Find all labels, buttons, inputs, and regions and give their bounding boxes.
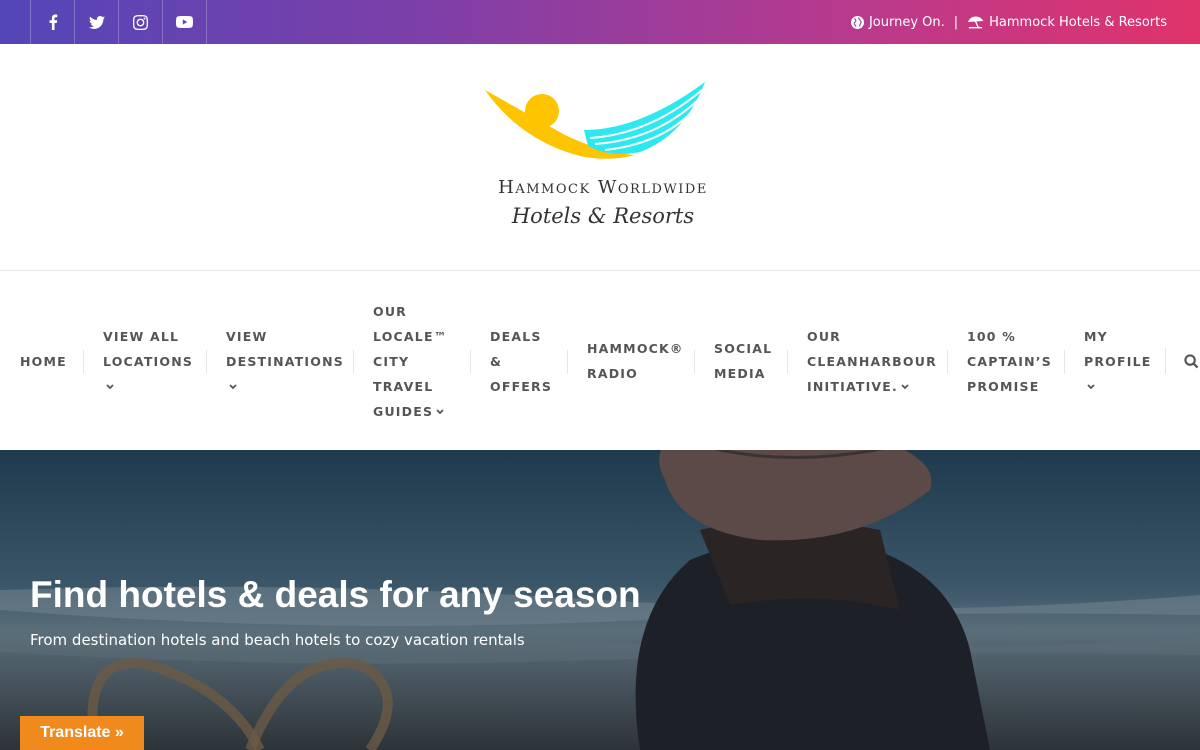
journey-on-link[interactable]: Journey On. — [850, 14, 945, 30]
chevron-down-icon — [229, 374, 237, 399]
search-button[interactable] — [1184, 354, 1199, 373]
beach-umbrella-icon — [968, 16, 984, 29]
nav-profile-label: MY PROFILE — [1084, 328, 1152, 369]
nav-divider — [1165, 348, 1166, 374]
nav-city-travel-guides[interactable]: OUR LOCALE™ CITY TRAVEL GUIDES — [352, 272, 447, 450]
search-icon — [1184, 354, 1199, 369]
nav-home-label: HOME — [20, 353, 67, 369]
nav-deals-offers[interactable]: DEALS & OFFERS — [469, 272, 553, 450]
logo-subtitle: Hotels & Resorts — [511, 204, 695, 228]
nav-social-label: SOCIAL MEDIA — [714, 341, 773, 381]
header-logo-area: Hammock Worldwide Hotels & Resorts — [0, 44, 1200, 271]
social-links — [30, 0, 207, 44]
translate-button[interactable]: Translate » — [20, 716, 144, 750]
instagram-link[interactable] — [119, 0, 163, 44]
facebook-icon — [49, 14, 57, 30]
nav-deals-label: DEALS & OFFERS — [490, 328, 553, 394]
nav-hammock-radio[interactable]: HAMMOCK® RADIO — [567, 272, 684, 450]
nav-captains-promise[interactable]: 100 % CAPTAIN’S PROMISE — [947, 272, 1052, 450]
twitter-link[interactable] — [75, 0, 119, 44]
chevron-down-icon — [436, 399, 444, 424]
chevron-down-icon — [1087, 374, 1095, 399]
logo-title: Hammock Worldwide — [498, 177, 708, 198]
nav-home[interactable]: HOME — [20, 272, 67, 450]
hero-subtitle: From destination hotels and beach hotels… — [30, 631, 525, 649]
hero-title: Find hotels & deals for any season — [30, 574, 641, 615]
nav-view-all-locations[interactable]: VIEW ALL LOCATIONS — [82, 272, 194, 450]
youtube-icon — [176, 16, 193, 28]
nav-view-destinations[interactable]: VIEW DESTINATIONS — [206, 272, 344, 450]
facebook-link[interactable] — [31, 0, 75, 44]
nav-promise-label: 100 % CAPTAIN’S PROMISE — [967, 328, 1052, 394]
nav-social-media[interactable]: SOCIAL MEDIA — [693, 272, 773, 450]
hammock-hotels-link[interactable]: Hammock Hotels & Resorts — [967, 15, 1167, 30]
hammock-hotels-label: Hammock Hotels & Resorts — [989, 14, 1167, 30]
nav-radio-label: HAMMOCK® RADIO — [587, 341, 684, 381]
globe-icon — [850, 15, 864, 29]
youtube-link[interactable] — [163, 0, 207, 44]
nav-locations-label: VIEW ALL LOCATIONS — [103, 328, 194, 369]
top-links: Journey On. | Hammock Hotels & Resorts — [850, 14, 1167, 30]
nav-my-profile[interactable]: MY PROFILE — [1064, 272, 1152, 450]
hero-banner: Find hotels & deals for any season From … — [0, 450, 1200, 750]
top-bar: Journey On. | Hammock Hotels & Resorts — [0, 0, 1200, 44]
nav-cleanharbour-initiative[interactable]: OUR CLEANHARBOUR INITIATIVE. — [787, 272, 937, 450]
twitter-icon — [88, 15, 105, 29]
main-navigation: HOME VIEW ALL LOCATIONS VIEW DESTINATION… — [0, 272, 1200, 450]
chevron-down-icon — [901, 374, 909, 399]
chevron-down-icon — [106, 374, 114, 399]
nav-destinations-label: VIEW DESTINATIONS — [226, 328, 344, 369]
nav-cleanharbour-label: OUR CLEANHARBOUR INITIATIVE. — [807, 328, 937, 394]
top-links-separator: | — [953, 14, 959, 30]
instagram-icon — [133, 14, 148, 30]
journey-on-label: Journey On. — [868, 14, 945, 30]
